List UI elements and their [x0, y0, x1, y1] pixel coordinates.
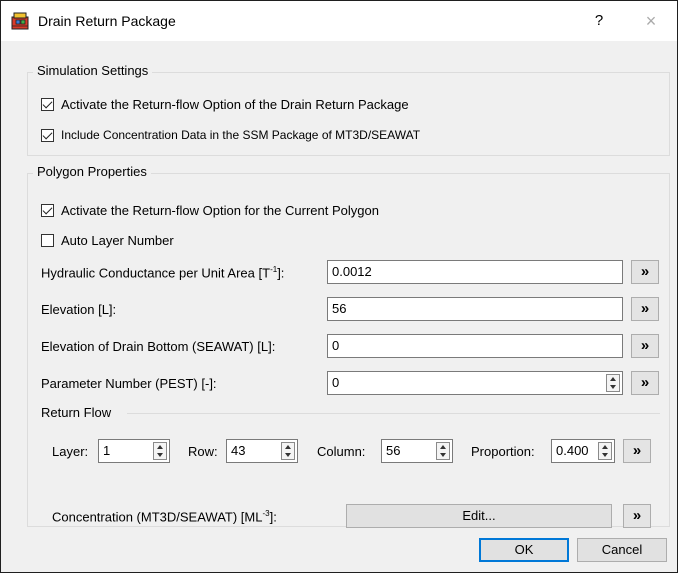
- concentration-label-sup: -3: [262, 509, 270, 518]
- column-spinbox[interactable]: 56: [381, 439, 453, 463]
- hydraulic-conductance-label-text: Hydraulic Conductance per Unit Area [T: [41, 265, 271, 281]
- parameter-number-label: Parameter Number (PEST) [-]:: [41, 376, 217, 391]
- elevation-label: Elevation [L]:: [41, 302, 117, 317]
- parameter-number-spinbox[interactable]: 0: [327, 371, 623, 395]
- auto-layer-number-label: Auto Layer Number: [61, 233, 174, 248]
- activate-current-polygon-label: Activate the Return-flow Option for the …: [61, 203, 379, 218]
- row-spinbox[interactable]: 43: [226, 439, 298, 463]
- layer-spinbox[interactable]: 1: [98, 439, 170, 463]
- proportion-spinbox[interactable]: 0.400: [551, 439, 615, 463]
- drain-bottom-label: Elevation of Drain Bottom (SEAWAT) [L]:: [41, 339, 276, 354]
- spin-arrows-icon[interactable]: [281, 442, 295, 460]
- window-title: Drain Return Package: [38, 13, 176, 29]
- title-bar: Drain Return Package ? ×: [1, 1, 677, 41]
- concentration-label-text: Concentration (MT3D/SEAWAT) [ML: [52, 509, 263, 525]
- concentration-edit-button[interactable]: Edit...: [346, 504, 612, 528]
- activate-return-flow-checkbox[interactable]: Activate the Return-flow Option of the D…: [41, 97, 409, 112]
- concentration-label-suffix: ]:: [269, 509, 277, 525]
- simulation-settings-group: [27, 72, 670, 156]
- drain-bottom-input[interactable]: 0: [327, 334, 623, 358]
- proportion-value: 0.400: [556, 443, 589, 458]
- help-button[interactable]: ?: [587, 10, 611, 32]
- include-concentration-checkbox[interactable]: Include Concentration Data in the SSM Pa…: [41, 128, 420, 142]
- spin-arrows-icon[interactable]: [598, 442, 612, 460]
- spin-arrows-icon[interactable]: [606, 374, 620, 392]
- proportion-label: Proportion:: [471, 444, 535, 459]
- parameter-number-go-button[interactable]: »: [631, 371, 659, 395]
- elevation-go-button[interactable]: »: [631, 297, 659, 321]
- parameter-number-value: 0: [332, 375, 340, 390]
- hydraulic-conductance-go-button[interactable]: »: [631, 260, 659, 284]
- hydraulic-conductance-input[interactable]: 0.0012: [327, 260, 623, 284]
- return-flow-label: Return Flow: [41, 405, 112, 420]
- layer-value: 1: [103, 443, 111, 458]
- activate-current-polygon-checkbox[interactable]: Activate the Return-flow Option for the …: [41, 203, 379, 218]
- spin-arrows-icon[interactable]: [153, 442, 167, 460]
- return-flow-separator: [127, 413, 660, 414]
- elevation-input[interactable]: 56: [327, 297, 623, 321]
- hydraulic-conductance-label-suffix: ]:: [277, 265, 285, 281]
- app-icon: [11, 12, 29, 30]
- concentration-go-button[interactable]: »: [623, 504, 651, 528]
- include-concentration-label: Include Concentration Data in the SSM Pa…: [61, 128, 421, 142]
- hydraulic-conductance-label: Hydraulic Conductance per Unit Area [T-1…: [41, 265, 284, 280]
- concentration-label: Concentration (MT3D/SEAWAT) [ML-3]:: [52, 509, 277, 524]
- checkbox-icon: [41, 98, 54, 111]
- column-value: 56: [386, 443, 401, 458]
- cancel-button[interactable]: Cancel: [577, 538, 667, 562]
- layer-label: Layer:: [52, 444, 89, 459]
- spin-arrows-icon[interactable]: [436, 442, 450, 460]
- row-label: Row:: [188, 444, 218, 459]
- checkbox-icon: [41, 234, 54, 247]
- row-value: 43: [231, 443, 246, 458]
- simulation-settings-label: Simulation Settings: [33, 63, 153, 78]
- column-label: Column:: [317, 444, 366, 459]
- return-flow-go-button[interactable]: »: [623, 439, 651, 463]
- ok-button[interactable]: OK: [479, 538, 569, 562]
- activate-return-flow-label: Activate the Return-flow Option of the D…: [61, 97, 409, 112]
- close-button[interactable]: ×: [637, 10, 665, 32]
- auto-layer-number-checkbox[interactable]: Auto Layer Number: [41, 233, 174, 248]
- checkbox-icon: [41, 204, 54, 217]
- drain-return-package-dialog: Drain Return Package ? × Simulation Sett…: [0, 0, 678, 573]
- checkbox-icon: [41, 128, 54, 142]
- drain-bottom-go-button[interactable]: »: [631, 334, 659, 358]
- polygon-properties-label: Polygon Properties: [33, 164, 151, 179]
